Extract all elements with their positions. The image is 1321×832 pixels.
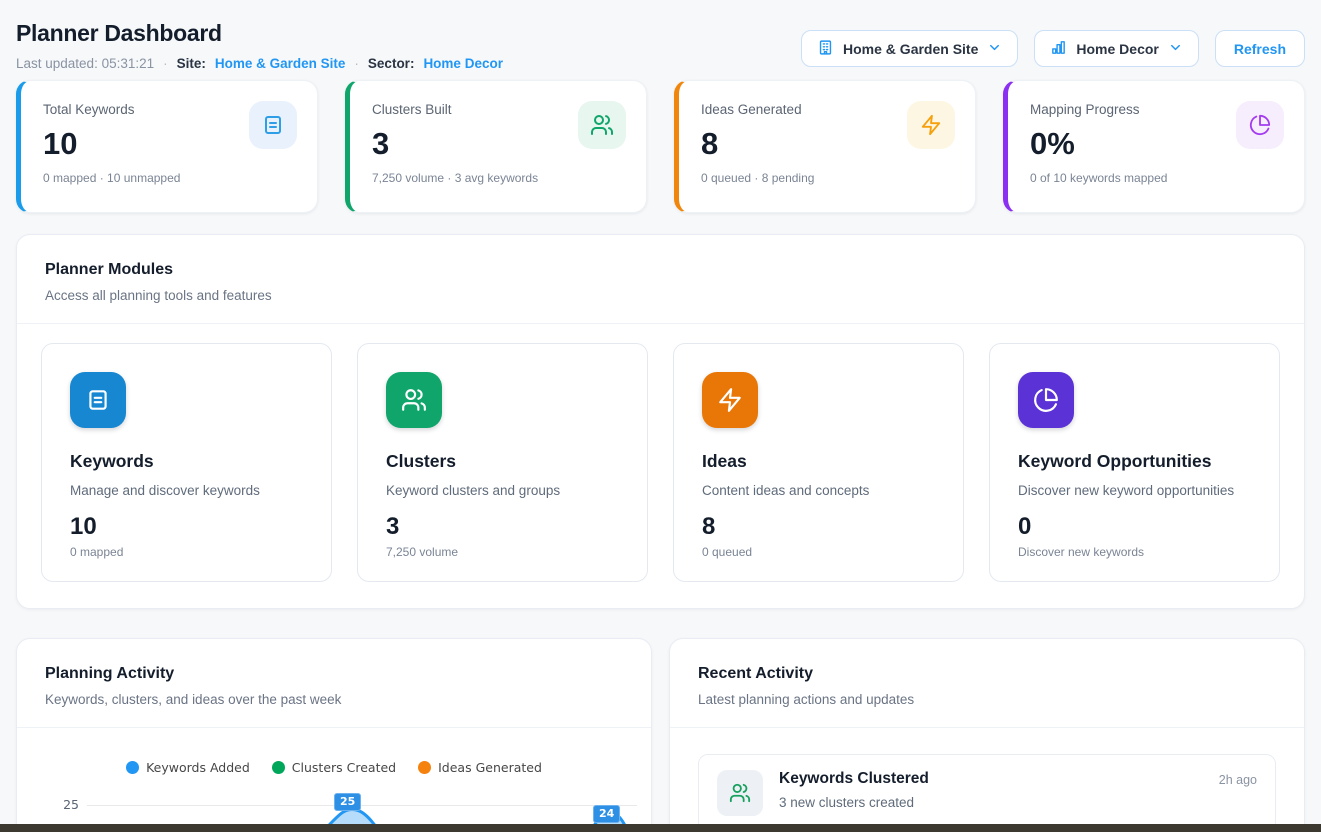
site-selector-button[interactable]: Home & Garden Site — [801, 30, 1018, 67]
module-value: 3 — [386, 513, 619, 541]
module-description: Keyword clusters and groups — [386, 483, 619, 498]
legend-label: Clusters Created — [292, 760, 396, 775]
legend-dot-blue — [126, 761, 139, 774]
stat-sub: 0 mapped · 10 unmapped — [43, 171, 295, 185]
module-description: Content ideas and concepts — [702, 483, 935, 498]
stat-card-clusters-built: Clusters Built 3 7,250 volume · 3 avg ke… — [345, 80, 647, 213]
legend-label: Keywords Added — [146, 760, 250, 775]
module-sub: Discover new keywords — [1018, 545, 1251, 559]
activity-item-keywords-clustered: Keywords Clustered 3 new clusters create… — [698, 754, 1276, 832]
activity-title: Keywords Clustered — [779, 770, 929, 788]
module-card-keyword-opportunities[interactable]: Keyword Opportunities Discover new keywo… — [989, 343, 1280, 582]
module-sub: 0 mapped — [70, 545, 303, 559]
module-card-keywords[interactable]: Keywords Manage and discover keywords 10… — [41, 343, 332, 582]
recent-activity-subtitle: Latest planning actions and updates — [698, 692, 1276, 707]
pie-chart-icon — [1236, 101, 1284, 149]
modules-header: Planner Modules Access all planning tool… — [17, 235, 1304, 323]
module-title: Keywords — [70, 451, 303, 472]
page-header: Planner Dashboard Last updated: 05:31:21… — [16, 0, 1305, 71]
module-description: Manage and discover keywords — [70, 483, 303, 498]
module-title: Ideas — [702, 451, 935, 472]
chevron-down-icon — [1168, 40, 1183, 58]
site-selector-label: Home & Garden Site — [843, 41, 978, 57]
bar-chart-icon — [1050, 39, 1067, 59]
header-toolbar: Home & Garden Site Home Decor Refresh — [801, 20, 1305, 67]
pie-chart-icon — [1018, 372, 1074, 428]
legend-label: Ideas Generated — [438, 760, 542, 775]
module-title: Keyword Opportunities — [1018, 451, 1251, 472]
users-icon — [386, 372, 442, 428]
modules-subtitle: Access all planning tools and features — [45, 288, 1276, 303]
sector-link[interactable]: Home Decor — [423, 56, 503, 71]
building-icon — [817, 39, 834, 59]
header-left: Planner Dashboard Last updated: 05:31:21… — [16, 20, 503, 71]
planning-activity-subtitle: Keywords, clusters, and ideas over the p… — [45, 692, 623, 707]
meta-line: Last updated: 05:31:21 · Site: Home & Ga… — [16, 56, 503, 71]
window-bottom-edge — [0, 824, 1321, 832]
lightning-icon — [702, 372, 758, 428]
sector-label: Sector: — [368, 56, 415, 71]
activity-description: 3 new clusters created — [779, 795, 929, 810]
activity-texts: Keywords Clustered 3 new clusters create… — [779, 770, 929, 816]
meta-separator: · — [163, 56, 168, 71]
module-value: 8 — [702, 513, 935, 541]
stat-card-total-keywords: Total Keywords 10 0 mapped · 10 unmapped — [16, 80, 318, 213]
module-card-ideas[interactable]: Ideas Content ideas and concepts 8 0 que… — [673, 343, 964, 582]
planner-modules-section: Planner Modules Access all planning tool… — [16, 234, 1305, 609]
planning-activity-header: Planning Activity Keywords, clusters, an… — [17, 639, 651, 727]
module-sub: 0 queued — [702, 545, 935, 559]
users-icon — [717, 770, 763, 816]
bottom-row: Planning Activity Keywords, clusters, an… — [16, 638, 1305, 832]
stat-card-ideas-generated: Ideas Generated 8 0 queued · 8 pending — [674, 80, 976, 213]
legend-item-keywords-added[interactable]: Keywords Added — [126, 760, 250, 775]
module-value: 0 — [1018, 513, 1251, 541]
document-icon — [70, 372, 126, 428]
stat-card-mapping-progress: Mapping Progress 0% 0 of 10 keywords map… — [1003, 80, 1305, 213]
stat-cards-row: Total Keywords 10 0 mapped · 10 unmapped… — [16, 80, 1305, 213]
planner-dashboard-page: Planner Dashboard Last updated: 05:31:21… — [0, 0, 1321, 832]
module-description: Discover new keyword opportunities — [1018, 483, 1251, 498]
point-label-25: 25 — [334, 793, 361, 811]
module-sub: 7,250 volume — [386, 545, 619, 559]
legend-item-ideas-generated[interactable]: Ideas Generated — [418, 760, 542, 775]
legend-dot-orange — [418, 761, 431, 774]
recent-activity-header: Recent Activity Latest planning actions … — [670, 639, 1304, 727]
chevron-down-icon — [987, 40, 1002, 58]
legend-item-clusters-created[interactable]: Clusters Created — [272, 760, 396, 775]
refresh-button[interactable]: Refresh — [1215, 30, 1305, 67]
stat-sub: 0 queued · 8 pending — [701, 171, 953, 185]
modules-grid: Keywords Manage and discover keywords 10… — [17, 324, 1304, 608]
stat-sub: 7,250 volume · 3 avg keywords — [372, 171, 624, 185]
point-label-24: 24 — [593, 805, 620, 823]
recent-activity-section: Recent Activity Latest planning actions … — [669, 638, 1305, 832]
recent-activity-title: Recent Activity — [698, 665, 1276, 683]
meta-separator: · — [354, 56, 359, 71]
activity-list: Keywords Clustered 3 new clusters create… — [670, 728, 1304, 832]
lightning-icon — [907, 101, 955, 149]
modules-title: Planner Modules — [45, 261, 1276, 279]
planning-activity-section: Planning Activity Keywords, clusters, an… — [16, 638, 652, 832]
legend-dot-green — [272, 761, 285, 774]
divider — [17, 727, 651, 728]
module-value: 10 — [70, 513, 303, 541]
chart-legend: Keywords Added Clusters Created Ideas Ge… — [17, 760, 651, 775]
stat-sub: 0 of 10 keywords mapped — [1030, 171, 1282, 185]
page-title: Planner Dashboard — [16, 20, 503, 47]
planning-activity-title: Planning Activity — [45, 665, 623, 683]
site-label: Site: — [177, 56, 206, 71]
sector-selector-button[interactable]: Home Decor — [1034, 30, 1198, 67]
last-updated-text: Last updated: 05:31:21 — [16, 56, 154, 71]
activity-timestamp: 2h ago — [1219, 770, 1257, 816]
site-link[interactable]: Home & Garden Site — [215, 56, 346, 71]
document-icon — [249, 101, 297, 149]
module-card-clusters[interactable]: Clusters Keyword clusters and groups 3 7… — [357, 343, 648, 582]
sector-selector-label: Home Decor — [1076, 41, 1158, 57]
module-title: Clusters — [386, 451, 619, 472]
users-icon — [578, 101, 626, 149]
